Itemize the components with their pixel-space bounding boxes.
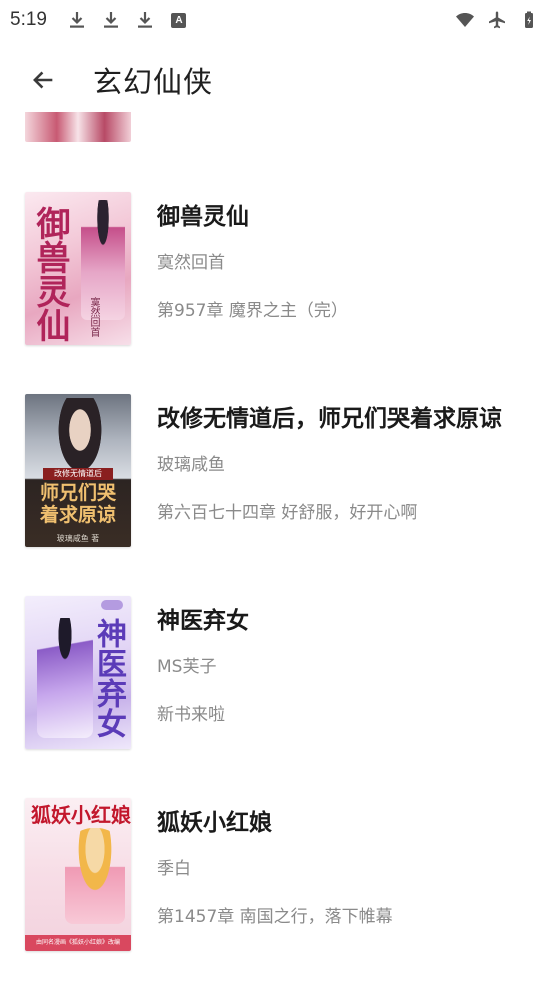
- download-icon: [101, 10, 121, 30]
- book-latest-chapter: 第1457章 南国之行，落下帷幕: [157, 907, 393, 927]
- book-list-item[interactable]: 神医弃女 神医弃女 MS芙子 新书来啦: [0, 596, 553, 754]
- book-latest-chapter: 第957章 魔界之主（完）: [157, 301, 348, 321]
- system-icons: [455, 10, 539, 30]
- book-cover[interactable]: 神医弃女: [25, 596, 131, 749]
- book-author: MS芙子: [157, 657, 217, 677]
- cover-illustration: [55, 398, 105, 478]
- download-icon: [67, 10, 87, 30]
- cover-title: 御兽灵仙: [30, 206, 70, 342]
- airplane-icon: [487, 10, 507, 30]
- book-latest-chapter: 第六百七十四章 好舒服，好开心啊: [157, 503, 418, 523]
- cover-illustration: [37, 618, 93, 738]
- cover-banner: 改修无情道后: [43, 468, 113, 480]
- book-cover-partial[interactable]: [25, 112, 131, 142]
- book-list-item[interactable]: 改修无情道后 师兄们哭着求原谅 玻璃咸鱼 著 改修无情道后，师兄们哭着求原谅 玻…: [0, 394, 553, 552]
- battery-icon: [519, 10, 539, 30]
- status-time: 5:19: [10, 9, 47, 30]
- book-title[interactable]: 改修无情道后，师兄们哭着求原谅: [157, 399, 502, 433]
- page-title: 玄幻仙侠: [93, 65, 214, 99]
- book-cover[interactable]: 狐妖小红娘 由同名漫画《狐妖小红娘》改编: [25, 798, 131, 951]
- cover-title: 神医弃女: [91, 618, 126, 738]
- book-cover[interactable]: 改修无情道后 师兄们哭着求原谅 玻璃咸鱼 著: [25, 394, 131, 547]
- book-list-item[interactable]: 狐妖小红娘 由同名漫画《狐妖小红娘》改编 狐妖小红娘 季白 第1457章 南国之…: [0, 798, 553, 956]
- back-button[interactable]: [19, 56, 67, 104]
- wifi-icon: [455, 10, 475, 30]
- book-title[interactable]: 御兽灵仙: [157, 197, 249, 231]
- a-badge-letter: A: [171, 12, 187, 28]
- cover-title: 师兄们哭着求原谅: [39, 482, 116, 526]
- cover-illustration: [65, 828, 125, 924]
- book-list-item[interactable]: 御兽灵仙 寞然回首 御兽灵仙 寞然回首 第957章 魔界之主（完）: [0, 192, 553, 350]
- notification-icons: A: [67, 10, 189, 30]
- app-bar: 玄幻仙侠: [0, 48, 553, 112]
- book-title[interactable]: 狐妖小红娘: [157, 803, 272, 837]
- book-list[interactable]: 御兽灵仙 寞然回首 御兽灵仙 寞然回首 第957章 魔界之主（完） 改修无情道后…: [0, 112, 553, 983]
- cover-footer: 由同名漫画《狐妖小红娘》改编: [25, 935, 131, 951]
- book-latest-chapter: 新书来啦: [157, 705, 225, 725]
- app-screen: 5:19 A 玄幻仙侠 御兽灵仙 寞然回首 御兽灵仙 寞然回首 第957章 魔界…: [0, 0, 553, 983]
- book-title[interactable]: 神医弃女: [157, 601, 249, 635]
- a-badge-icon: A: [169, 10, 189, 30]
- cover-author: 玻璃咸鱼 著: [56, 534, 100, 543]
- cover-title: 狐妖小红娘: [31, 803, 131, 827]
- book-author: 寞然回首: [157, 253, 225, 273]
- cover-author: 寞然回首: [88, 297, 99, 337]
- book-author: 玻璃咸鱼: [157, 455, 225, 475]
- book-author: 季白: [157, 859, 191, 879]
- publisher-logo: [101, 600, 123, 610]
- book-cover[interactable]: 御兽灵仙 寞然回首: [25, 192, 131, 345]
- arrow-left-icon: [33, 71, 53, 89]
- download-icon: [135, 10, 155, 30]
- status-bar: 5:19 A: [0, 0, 553, 40]
